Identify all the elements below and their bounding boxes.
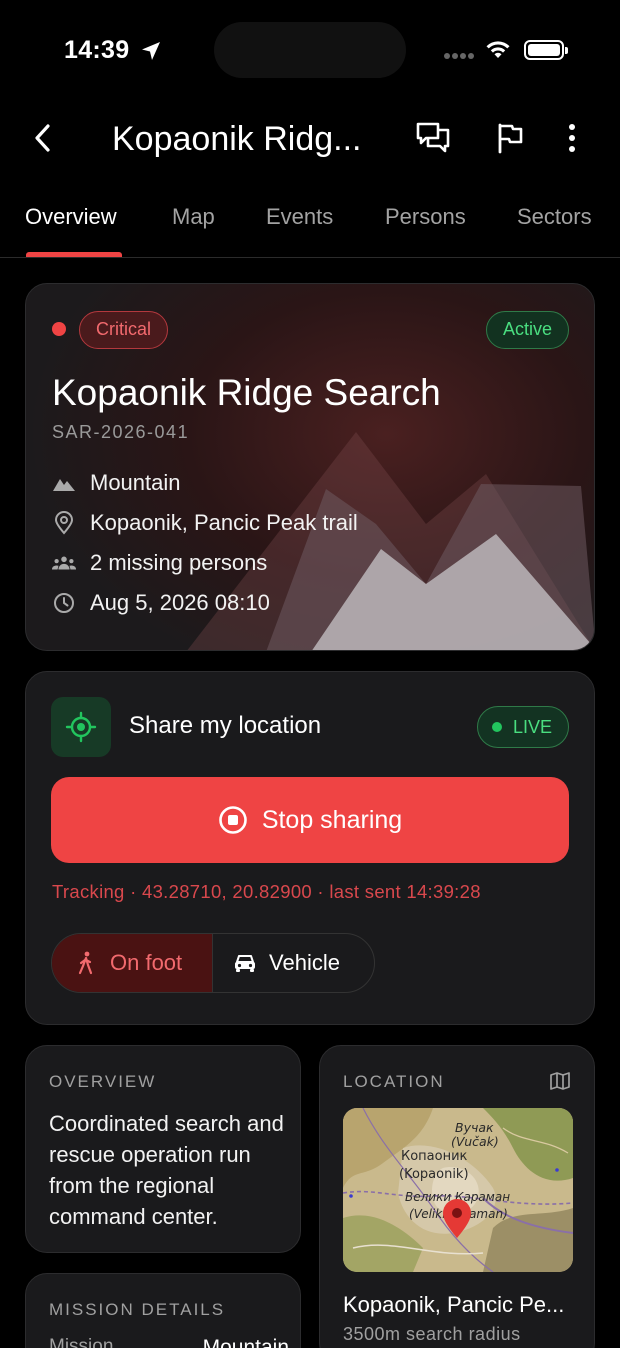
app-bar: Kopaonik Ridg... bbox=[0, 108, 620, 172]
stop-icon bbox=[219, 806, 247, 834]
overview-heading: OVERVIEW bbox=[49, 1072, 157, 1091]
dynamic-island bbox=[214, 22, 406, 78]
share-location-card: Share my location LIVE Stop sharing Trac… bbox=[25, 671, 595, 1025]
status-time: 14:39 bbox=[64, 36, 130, 64]
tab-sectors[interactable]: Sectors bbox=[517, 204, 592, 230]
mission-details-card: MISSION DETAILS Mission Mountain bbox=[25, 1273, 301, 1348]
meta-start-time: Aug 5, 2026 08:10 bbox=[52, 588, 270, 618]
tab-overview[interactable]: Overview bbox=[25, 204, 117, 230]
map-label-vucak-latin: (Vučak) bbox=[451, 1134, 499, 1149]
map-label-kopaonik-latin: (Kopaonik) bbox=[399, 1167, 469, 1182]
mode-vehicle-label: Vehicle bbox=[269, 950, 340, 975]
clock-icon bbox=[52, 591, 76, 615]
pin-icon bbox=[52, 511, 76, 535]
location-arrow-icon bbox=[142, 42, 160, 60]
battery-icon bbox=[524, 40, 568, 60]
status-badge: Active bbox=[485, 311, 569, 349]
wifi-icon bbox=[486, 41, 510, 58]
search-radius: 3500m search radius bbox=[343, 1324, 521, 1344]
mountain-icon bbox=[52, 471, 76, 495]
location-name: Kopaonik, Pancic Pe... bbox=[343, 1292, 565, 1317]
location-heading: LOCATION bbox=[343, 1072, 445, 1091]
active-tab-indicator bbox=[26, 252, 122, 257]
stop-sharing-label: Stop sharing bbox=[261, 805, 403, 834]
mode-on-foot-label: On foot bbox=[110, 950, 183, 975]
status-bar: 14:39 bbox=[0, 0, 620, 100]
tab-bar: Overview Map Events Persons Sectors bbox=[0, 188, 620, 258]
mission-row-key: Mission bbox=[49, 1336, 114, 1348]
meta-location: Kopaonik, Pancic Peak trail bbox=[52, 508, 358, 538]
mission-row-value: Mountain bbox=[202, 1336, 289, 1348]
tracking-status: Tracking · 43.28710, 20.82900 · last sen… bbox=[52, 881, 481, 902]
meta-terrain: Mountain bbox=[52, 468, 181, 498]
overview-text: Coordinated search and rescue operation … bbox=[49, 1111, 284, 1229]
priority-dot bbox=[52, 322, 66, 336]
mission-row: Mission Mountain bbox=[49, 1336, 289, 1348]
share-location-label: Share my location bbox=[129, 712, 322, 739]
walking-icon bbox=[74, 951, 98, 975]
flag-icon[interactable] bbox=[492, 120, 528, 156]
mode-vehicle[interactable]: Vehicle bbox=[213, 934, 374, 992]
map-label-vucak: Вучак bbox=[455, 1120, 494, 1135]
tab-map[interactable]: Map bbox=[172, 204, 215, 230]
chat-icon[interactable] bbox=[414, 120, 452, 156]
map-label-kopaonik: Копаоник bbox=[401, 1149, 468, 1164]
stop-sharing-button[interactable]: Stop sharing bbox=[51, 777, 569, 863]
people-icon bbox=[52, 551, 76, 575]
gps-target-icon bbox=[51, 697, 111, 757]
priority-badge: Critical bbox=[79, 311, 169, 349]
page-title: Kopaonik Ridg... bbox=[112, 120, 362, 158]
location-card[interactable]: LOCATION Вучак (Vučak) Копаоник (Kopaoni… bbox=[319, 1045, 595, 1348]
live-label: LIVE bbox=[512, 716, 552, 737]
travel-mode-toggle: On foot Vehicle bbox=[51, 933, 375, 993]
map-icon[interactable] bbox=[550, 1071, 570, 1091]
mission-details-heading: MISSION DETAILS bbox=[49, 1300, 226, 1319]
map-thumbnail[interactable]: Вучак (Vučak) Копаоник (Kopaonik) Велики… bbox=[343, 1108, 573, 1272]
incident-title: Kopaonik Ridge Search bbox=[52, 372, 441, 413]
incident-hero-card: Critical Active Kopaonik Ridge Search SA… bbox=[25, 283, 595, 651]
overview-card: OVERVIEW Coordinated search and rescue o… bbox=[25, 1045, 301, 1253]
incident-id: SAR-2026-041 bbox=[52, 422, 190, 442]
cellular-signal-icon bbox=[444, 53, 474, 59]
more-options-icon[interactable] bbox=[566, 120, 578, 156]
live-badge: LIVE bbox=[476, 706, 569, 748]
car-icon bbox=[233, 951, 257, 975]
live-dot bbox=[491, 722, 502, 732]
tab-persons[interactable]: Persons bbox=[385, 204, 466, 230]
meta-missing: 2 missing persons bbox=[52, 548, 267, 578]
back-arrow-icon[interactable] bbox=[26, 120, 62, 156]
mode-on-foot[interactable]: On foot bbox=[52, 934, 214, 992]
tab-events[interactable]: Events bbox=[266, 204, 333, 230]
